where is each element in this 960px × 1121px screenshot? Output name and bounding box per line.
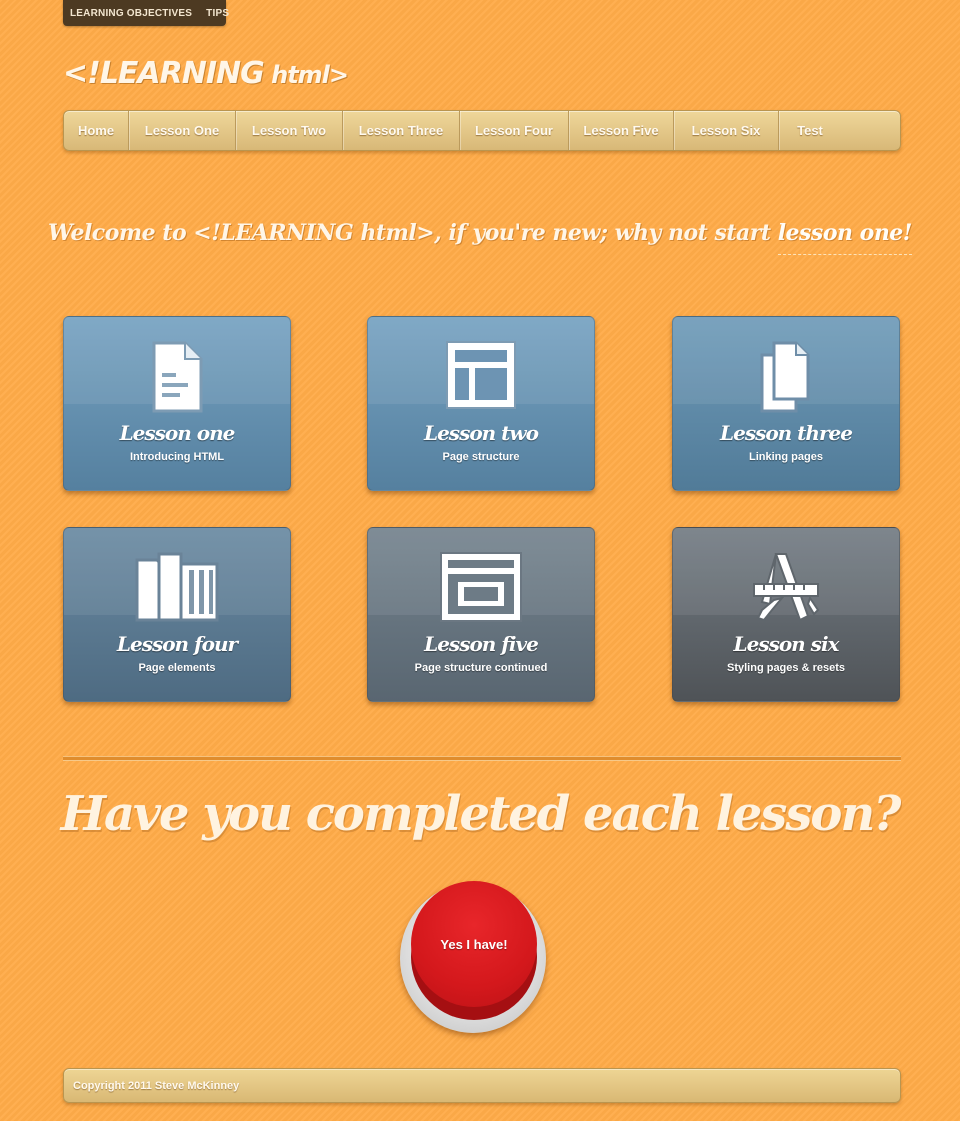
- lesson-six-title: Lesson six: [733, 632, 840, 656]
- yes-i-have-button[interactable]: Yes I have!: [411, 881, 537, 1007]
- lesson-four-title: Lesson four: [116, 632, 238, 656]
- lesson-one-card[interactable]: Lesson one Introducing HTML: [63, 316, 291, 491]
- nav-lesson-five[interactable]: Lesson Five: [569, 111, 674, 150]
- lesson-one-title: Lesson one: [119, 421, 236, 445]
- tips-link[interactable]: TIPS: [206, 8, 229, 19]
- lesson-three-title: Lesson three: [720, 421, 853, 445]
- nav-lesson-two[interactable]: Lesson Two: [236, 111, 343, 150]
- nav-lesson-three[interactable]: Lesson Three: [343, 111, 460, 150]
- lesson-six-card[interactable]: Lesson six Styling pages & resets: [672, 527, 900, 702]
- nav-home[interactable]: Home: [64, 111, 129, 150]
- completion-question: Have you completed each lesson?: [60, 786, 902, 842]
- section-divider: [63, 756, 901, 761]
- nav-lesson-four[interactable]: Lesson Four: [460, 111, 569, 150]
- lesson-two-card[interactable]: Lesson two Page structure: [367, 316, 595, 491]
- nav-lesson-six[interactable]: Lesson Six: [674, 111, 779, 150]
- main-navigation: Home Lesson One Lesson Two Lesson Three …: [63, 110, 901, 151]
- footer: Copyright 2011 Steve McKinney: [63, 1068, 901, 1103]
- lesson-three-card[interactable]: Lesson three Linking pages: [672, 316, 900, 491]
- lesson-one-subtitle: Introducing HTML: [129, 451, 225, 463]
- top-links-bar: LEARNING OBJECTIVES TIPS: [63, 0, 229, 26]
- document-icon: [64, 339, 290, 415]
- layout-icon: [368, 339, 594, 415]
- lesson-six-subtitle: Styling pages & resets: [727, 662, 845, 674]
- lesson-one-link[interactable]: lesson one!: [777, 220, 912, 255]
- styling-tools-icon: [673, 550, 899, 626]
- lesson-three-subtitle: Linking pages: [749, 451, 823, 463]
- copyright-text: Copyright 2011 Steve McKinney: [73, 1079, 240, 1092]
- lesson-two-subtitle: Page structure: [442, 451, 520, 463]
- page-elements-icon: [64, 550, 290, 626]
- site-logo[interactable]: <!LEARNING html>: [63, 56, 349, 91]
- lesson-four-subtitle: Page elements: [138, 662, 216, 674]
- logo-main-text: <!LEARNING: [63, 56, 265, 91]
- nav-test[interactable]: Test: [779, 111, 841, 150]
- lesson-two-title: Lesson two: [424, 421, 539, 445]
- logo-small-text: html>: [263, 61, 349, 89]
- lesson-five-card[interactable]: Lesson five Page structure continued: [367, 527, 595, 702]
- lesson-five-title: Lesson five: [424, 632, 539, 656]
- welcome-message: Welcome to <!LEARNING html>, if you're n…: [0, 220, 960, 255]
- documents-icon: [673, 339, 899, 415]
- learning-objectives-link[interactable]: LEARNING OBJECTIVES: [70, 8, 192, 19]
- window-icon: [368, 550, 594, 626]
- lesson-five-subtitle: Page structure continued: [414, 662, 548, 674]
- lesson-four-card[interactable]: Lesson four Page elements: [63, 527, 291, 702]
- welcome-text: Welcome to <!LEARNING html>, if you're n…: [48, 220, 778, 246]
- nav-lesson-one[interactable]: Lesson One: [129, 111, 236, 150]
